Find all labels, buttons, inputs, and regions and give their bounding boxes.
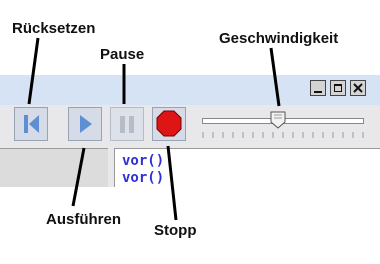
title-bar xyxy=(0,75,380,105)
close-icon xyxy=(353,83,363,93)
maximize-icon xyxy=(334,84,342,92)
run-button[interactable] xyxy=(68,107,102,141)
app-window: vor() vor() xyxy=(0,75,380,187)
skip-back-icon xyxy=(24,115,39,133)
close-button[interactable] xyxy=(350,80,366,96)
speed-slider-ticks xyxy=(202,132,364,138)
code-line: vor() xyxy=(122,170,165,186)
reset-button[interactable] xyxy=(14,107,48,141)
speed-annotation: Geschwindigkeit xyxy=(219,30,339,47)
stop-annotation: Stopp xyxy=(154,222,197,239)
pause-annotation: Pause xyxy=(100,46,145,63)
play-icon xyxy=(80,115,92,133)
speed-slider-thumb[interactable] xyxy=(270,111,286,129)
stop-octagon-icon xyxy=(156,110,182,137)
left-panel xyxy=(0,148,108,187)
stop-button[interactable] xyxy=(152,107,186,141)
reset-annotation: Rücksetzen xyxy=(12,20,96,37)
minimize-button[interactable] xyxy=(310,80,326,96)
code-line: vor() xyxy=(122,153,165,169)
code-editor[interactable]: vor() vor() xyxy=(114,148,380,187)
maximize-button[interactable] xyxy=(330,80,346,96)
pause-button[interactable] xyxy=(110,107,144,141)
minimize-icon xyxy=(314,91,322,93)
pause-icon xyxy=(120,116,134,133)
run-annotation: Ausführen xyxy=(46,211,121,228)
